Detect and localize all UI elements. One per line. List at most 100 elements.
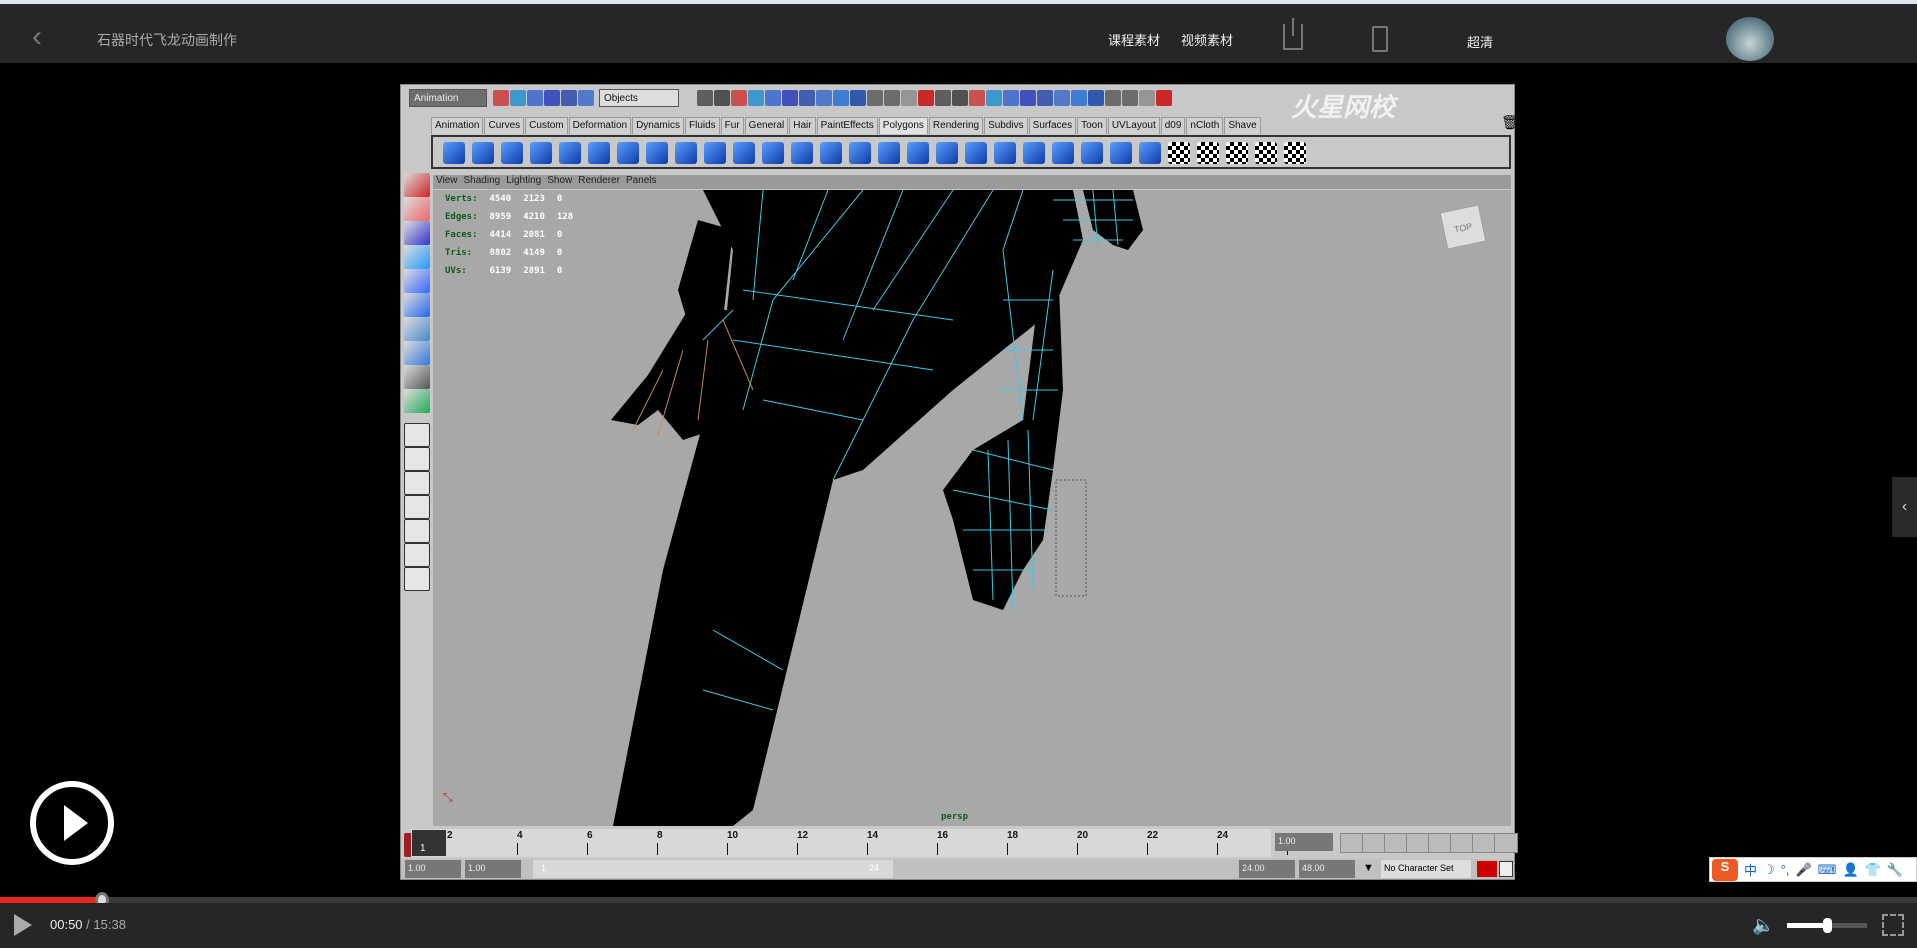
panel-menu-panels[interactable]: Panels	[626, 175, 657, 186]
status-line-tool-icon[interactable]	[969, 90, 985, 106]
panel-menu-lighting[interactable]: Lighting	[506, 175, 541, 186]
tab-d09[interactable]: d09	[1160, 117, 1186, 134]
status-line-tool-icon[interactable]	[561, 90, 577, 106]
status-line-tool-icon[interactable]	[816, 90, 832, 106]
ime-item[interactable]: °,	[1781, 862, 1790, 877]
status-line-tool-icon[interactable]	[714, 90, 730, 106]
polygon-tool-icon[interactable]	[617, 142, 639, 164]
status-line-tool-icon[interactable]	[731, 90, 747, 106]
polygon-tool-icon[interactable]	[907, 142, 929, 164]
phone-icon[interactable]	[1372, 26, 1388, 52]
tab-subdivs[interactable]: Subdivs	[984, 117, 1028, 134]
tab-rendering[interactable]: Rendering	[928, 117, 984, 134]
mode-menu[interactable]: Animation	[409, 89, 487, 107]
panel-menu-shading[interactable]: Shading	[464, 175, 501, 186]
polygon-tool-icon[interactable]	[646, 142, 668, 164]
tool-icon[interactable]	[404, 197, 430, 221]
layout-icon[interactable]	[404, 519, 430, 543]
polygon-tool-icon[interactable]	[762, 142, 784, 164]
tool-icon[interactable]	[404, 341, 430, 365]
quality-selector[interactable]: 超清	[1467, 32, 1493, 51]
polygon-tool-icon[interactable]	[994, 142, 1016, 164]
tab-surfaces[interactable]: Surfaces	[1028, 117, 1077, 134]
selection-field[interactable]: Objects	[599, 89, 679, 107]
status-line-tool-icon[interactable]	[918, 90, 934, 106]
tab-curves[interactable]: Curves	[484, 117, 525, 134]
status-line-tool-icon[interactable]	[782, 90, 798, 106]
polygon-tool-icon[interactable]	[878, 142, 900, 164]
ime-item[interactable]: 🔧	[1887, 862, 1903, 878]
ime-item[interactable]: ⌨	[1818, 862, 1837, 878]
layout-icon[interactable]	[404, 495, 430, 519]
polygon-tool-icon[interactable]	[443, 142, 465, 164]
polygon-tool-icon[interactable]	[791, 142, 813, 164]
ime-item[interactable]: 中	[1744, 860, 1757, 879]
fullscreen-icon[interactable]	[1882, 914, 1904, 936]
play-backwards-icon[interactable]	[1406, 833, 1430, 853]
ime-item[interactable]: 👕	[1865, 862, 1881, 878]
polygon-tool-icon[interactable]	[1255, 142, 1277, 164]
polygon-tool-icon[interactable]	[588, 142, 610, 164]
status-line-tool-icon[interactable]	[986, 90, 1002, 106]
tab-painteffects[interactable]: PaintEffects	[816, 117, 878, 134]
trash-icon[interactable]: 🗑	[1501, 114, 1519, 131]
status-line-tool-icon[interactable]	[901, 90, 917, 106]
status-line-tool-icon[interactable]	[578, 90, 594, 106]
status-line-tool-icon[interactable]	[1003, 90, 1019, 106]
status-line-tool-icon[interactable]	[1139, 90, 1155, 106]
panel-menu-view[interactable]: View	[436, 175, 458, 186]
tool-icon[interactable]	[404, 365, 430, 389]
layout-icon[interactable]	[404, 543, 430, 567]
character-set-dropdown-icon[interactable]: ▼	[1363, 862, 1374, 874]
layout-icon[interactable]	[404, 423, 430, 447]
step-forward-key-icon[interactable]	[1472, 833, 1496, 853]
tool-icon[interactable]	[404, 245, 430, 269]
polygon-tool-icon[interactable]	[675, 142, 697, 164]
tool-icon[interactable]	[404, 317, 430, 341]
step-back-frame-icon[interactable]	[1384, 833, 1408, 853]
status-line-tool-icon[interactable]	[748, 90, 764, 106]
polygon-tool-icon[interactable]	[1284, 142, 1306, 164]
polygon-tool-icon[interactable]	[1226, 142, 1248, 164]
status-line-tool-icon[interactable]	[510, 90, 526, 106]
range-slider[interactable]: 1 24	[533, 860, 893, 878]
polygon-tool-icon[interactable]	[1052, 142, 1074, 164]
polygon-tool-icon[interactable]	[1110, 142, 1132, 164]
tab-shave[interactable]: Shave	[1224, 117, 1261, 134]
tab-polygons[interactable]: Polygons	[878, 117, 928, 134]
tool-icon[interactable]	[404, 293, 430, 317]
start-time-field[interactable]: 1.00	[405, 860, 461, 878]
tab-fur[interactable]: Fur	[720, 117, 744, 134]
polygon-tool-icon[interactable]	[472, 142, 494, 164]
ime-item[interactable]: 🎤	[1795, 862, 1811, 878]
status-line-tool-icon[interactable]	[952, 90, 968, 106]
preferences-icon[interactable]	[1499, 861, 1513, 877]
status-line-tool-icon[interactable]	[1122, 90, 1138, 106]
current-frame-marker[interactable]: 1	[412, 830, 446, 856]
tool-icon[interactable]	[404, 221, 430, 245]
character-set-field[interactable]: No Character Set	[1381, 860, 1471, 878]
polygon-tool-icon[interactable]	[704, 142, 726, 164]
video-materials-link[interactable]: 视频素材	[1181, 30, 1233, 49]
layout-icon[interactable]	[404, 447, 430, 471]
go-to-start-icon[interactable]	[1340, 833, 1364, 853]
status-line-tool-icon[interactable]	[1037, 90, 1053, 106]
viewport-persp[interactable]: Verts: 4540 2123 0 Edges: 8959 4210 128 Faces: 44…	[433, 190, 1511, 826]
play-icon[interactable]	[14, 914, 32, 936]
panel-menu-show[interactable]: Show	[547, 175, 572, 186]
step-back-key-icon[interactable]	[1362, 833, 1386, 853]
status-line-tool-icon[interactable]	[544, 90, 560, 106]
step-forward-frame-icon[interactable]	[1450, 833, 1474, 853]
panel-menu-renderer[interactable]: Renderer	[578, 175, 620, 186]
polygon-tool-icon[interactable]	[1168, 142, 1190, 164]
tab-uvlayout[interactable]: UVLayout	[1107, 117, 1160, 134]
polygon-tool-icon[interactable]	[1197, 142, 1219, 164]
status-line-tool-icon[interactable]	[1071, 90, 1087, 106]
tab-deformation[interactable]: Deformation	[568, 117, 632, 134]
polygon-tool-icon[interactable]	[936, 142, 958, 164]
volume-icon[interactable]: 🔈	[1752, 915, 1774, 935]
tab-ncloth[interactable]: nCloth	[1186, 117, 1224, 134]
status-line-tool-icon[interactable]	[697, 90, 713, 106]
go-to-end-icon[interactable]	[1494, 833, 1518, 853]
avatar[interactable]	[1726, 17, 1774, 61]
